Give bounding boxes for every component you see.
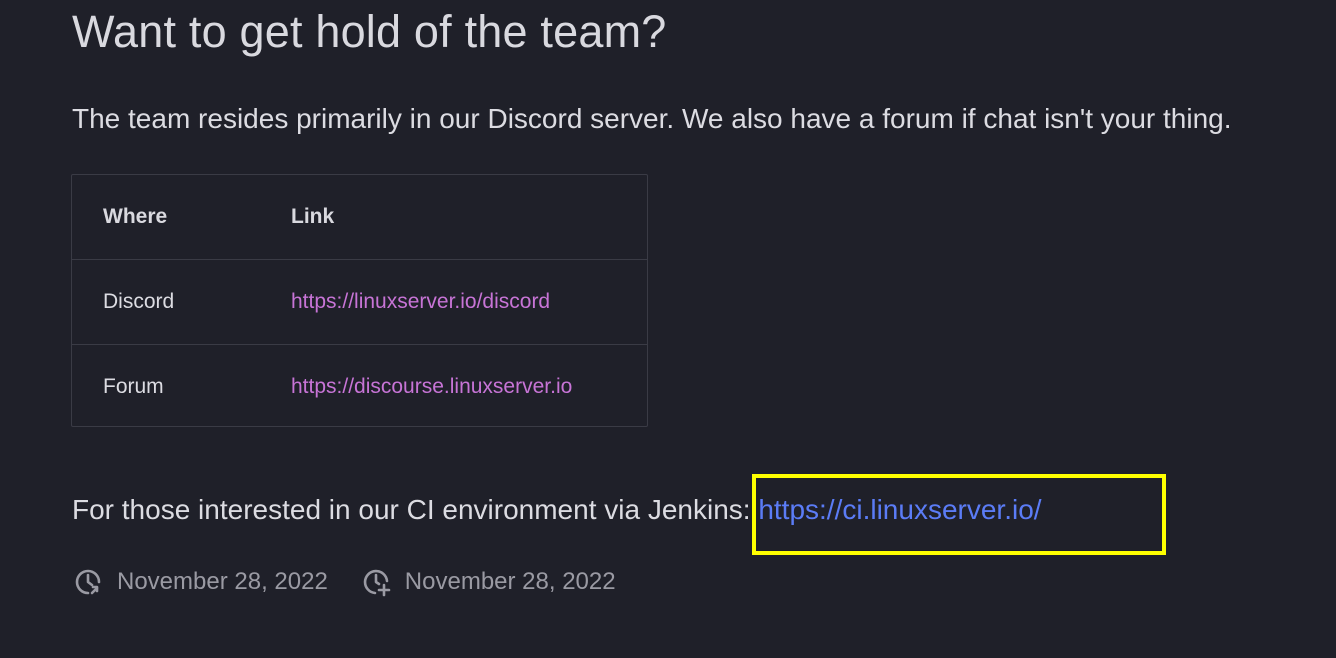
ci-link[interactable]: https://ci.linuxserver.io/ — [758, 494, 1041, 525]
table-row: Forum https://discourse.linuxserver.io — [72, 344, 647, 429]
contact-table: Where Link Discord https://linuxserver.i… — [71, 174, 648, 429]
intro-paragraph: The team resides primarily in our Discor… — [72, 103, 1232, 134]
table-cell-link: https://discourse.linuxserver.io — [291, 344, 647, 429]
table-cell-where: Discord — [72, 259, 291, 345]
last-updated: November 28, 2022 — [72, 566, 328, 598]
table-header-where: Where — [103, 205, 168, 228]
table-cell-link: https://linuxserver.io/discord — [291, 259, 647, 345]
page: Want to get hold of the team? The team r… — [0, 0, 1336, 658]
created-date: November 28, 2022 — [360, 566, 616, 598]
created-date-value: November 28, 2022 — [404, 568, 616, 595]
ci-paragraph: For those interested in our CI environme… — [72, 494, 1042, 526]
clock-plus-icon — [360, 566, 392, 598]
clock-update-icon — [72, 566, 104, 598]
forum-link[interactable]: https://discourse.linuxserver.io — [291, 375, 572, 398]
table-header-link: Link — [291, 205, 335, 228]
table-cell-where: Forum — [72, 344, 291, 429]
table-header-row: Where Link — [72, 175, 647, 260]
page-meta: November 28, 2022 November 28, 2022 — [72, 566, 616, 598]
discord-link[interactable]: https://linuxserver.io/discord — [291, 290, 550, 313]
page-heading: Want to get hold of the team? — [72, 6, 667, 57]
last-updated-date: November 28, 2022 — [117, 568, 328, 595]
ci-text: For those interested in our CI environme… — [72, 494, 759, 525]
table-row: Discord https://linuxserver.io/discord — [72, 259, 647, 345]
